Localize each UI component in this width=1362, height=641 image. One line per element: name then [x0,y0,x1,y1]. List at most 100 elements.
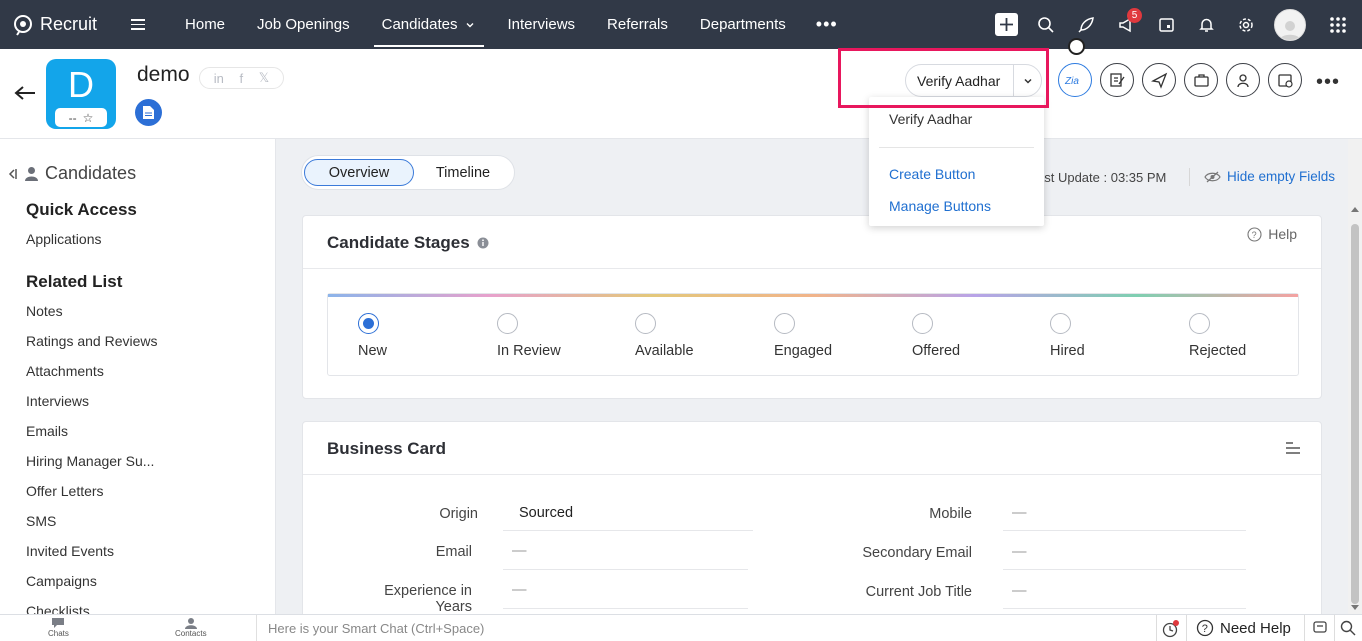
stage-radio[interactable] [497,313,518,334]
stage-new[interactable]: New [358,313,387,359]
divider [1156,615,1157,641]
dropdown-item-create-button[interactable]: Create Button [889,166,975,182]
contacts-button[interactable]: Contacts [175,617,207,638]
svg-text:?: ? [1252,230,1257,240]
more-actions-button[interactable]: ••• [1316,71,1340,94]
associate-job-button[interactable] [1184,63,1218,97]
stage-radio[interactable] [635,313,656,334]
sidebar-item-sms[interactable]: SMS [26,513,56,529]
stage-rejected[interactable]: Rejected [1189,313,1246,359]
chevron-down-icon [466,22,473,27]
document-icon [143,106,154,119]
smart-chat-input[interactable]: Here is your Smart Chat (Ctrl+Space) [256,615,1156,641]
sidebar-item-attachments[interactable]: Attachments [26,363,104,379]
bottom-search-button[interactable] [1340,620,1356,636]
notifications-button[interactable] [1186,0,1226,49]
stage-radio[interactable] [912,313,933,334]
rating-pill[interactable]: -- ☆ [55,108,107,127]
job-title-value[interactable]: — [1012,583,1027,599]
stage-label: Offered [912,343,961,359]
stage-available[interactable]: Available [635,313,694,359]
tab-overview[interactable]: Overview [304,159,414,186]
mobile-value[interactable]: — [1012,505,1027,521]
chat-history-button[interactable] [1312,620,1328,636]
info-icon[interactable] [477,237,489,249]
sidebar-item-interviews[interactable]: Interviews [26,393,89,409]
highlight-box [838,48,1049,108]
linkedin-icon[interactable]: in [214,71,224,86]
dropdown-item-manage-buttons[interactable]: Manage Buttons [889,198,991,214]
secondary-email-label: Secondary Email [862,545,972,561]
stage-engaged[interactable]: Engaged [774,313,832,359]
nav-interviews[interactable]: Interviews [492,0,592,49]
arrow-left-icon [14,86,35,100]
sidebar-item-ratings[interactable]: Ratings and Reviews [26,333,158,349]
help-link[interactable]: ? Help [1247,226,1297,242]
email-value[interactable]: — [512,543,527,559]
recruit-logo[interactable]: Recruit [12,14,97,36]
add-button[interactable] [986,0,1026,49]
sidebar-item-offer-letters[interactable]: Offer Letters [26,483,104,499]
search-button[interactable] [1026,0,1066,49]
stage-hired[interactable]: Hired [1050,313,1085,359]
nav-home[interactable]: Home [169,0,241,49]
contacts-icon [184,618,197,629]
calendar-button[interactable] [1146,0,1186,49]
x-twitter-icon[interactable]: 𝕏 [259,70,269,86]
stage-radio[interactable] [1050,313,1071,334]
tab-timeline[interactable]: Timeline [414,159,512,186]
zia-button[interactable]: Zia [1058,63,1092,97]
send-button[interactable] [1142,63,1176,97]
nav-referrals[interactable]: Referrals [591,0,684,49]
scroll-up-arrow-icon[interactable] [1351,207,1359,212]
nav-more-button[interactable]: ••• [802,0,852,49]
chats-button[interactable]: Chats [48,617,69,638]
sidebar-item-applications[interactable]: Applications [26,231,102,247]
sidebar-item-hiring-manager[interactable]: Hiring Manager Su... [26,453,154,469]
nav-job-openings[interactable]: Job Openings [241,0,366,49]
hide-empty-fields-link[interactable]: Hide empty Fields [1204,169,1335,184]
sidebar-item-emails[interactable]: Emails [26,423,68,439]
eye-hidden-icon [1204,171,1221,182]
resume-button[interactable] [135,99,162,126]
sidebar-title[interactable]: Candidates [8,163,136,184]
sidebar-item-checklists[interactable]: Checklists [26,603,90,614]
experience-value[interactable]: — [512,582,527,598]
collapse-sidebar-icon [8,168,17,179]
assign-user-button[interactable] [1226,63,1260,97]
stage-offered[interactable]: Offered [912,313,960,359]
secondary-email-value[interactable]: — [1012,544,1027,560]
calendar-icon [1158,18,1174,32]
chat-bubble-icon [52,618,65,628]
scrollbar-thumb[interactable] [1351,224,1359,604]
list-sort-icon [1286,442,1300,454]
sidebar-item-notes[interactable]: Notes [26,303,63,319]
view-tabs: Overview Timeline [301,155,515,190]
facebook-icon[interactable]: f [239,71,243,86]
dropdown-item-verify-aadhar[interactable]: Verify Aadhar [889,111,972,127]
origin-value[interactable]: Sourced [519,505,573,521]
calendar-clock-icon [1277,73,1293,88]
back-button[interactable] [14,85,36,101]
history-button[interactable] [1161,620,1181,638]
menu-icon[interactable] [131,16,146,33]
stage-radio-selected[interactable] [358,313,379,334]
nav-departments[interactable]: Departments [684,0,802,49]
stage-in-review[interactable]: In Review [497,313,561,359]
list-view-button[interactable] [1285,442,1301,454]
edit-button[interactable] [1100,63,1134,97]
candidate-name: demo [137,63,190,86]
scroll-down-arrow-icon[interactable] [1351,605,1359,610]
stage-radio[interactable] [1189,313,1210,334]
need-help-label: Need Help [1220,619,1291,637]
user-avatar[interactable] [1274,8,1306,41]
sidebar-item-campaigns[interactable]: Campaigns [26,573,97,589]
settings-button[interactable] [1226,0,1266,49]
sidebar-item-invited-events[interactable]: Invited Events [26,543,114,559]
need-help-button[interactable]: ? Need Help [1196,619,1291,637]
stage-radio[interactable] [774,313,795,334]
schedule-button[interactable] [1268,63,1302,97]
nav-candidates[interactable]: Candidates [366,0,492,49]
announcements-button[interactable]: 5 [1106,0,1146,49]
apps-button[interactable] [1318,0,1358,49]
